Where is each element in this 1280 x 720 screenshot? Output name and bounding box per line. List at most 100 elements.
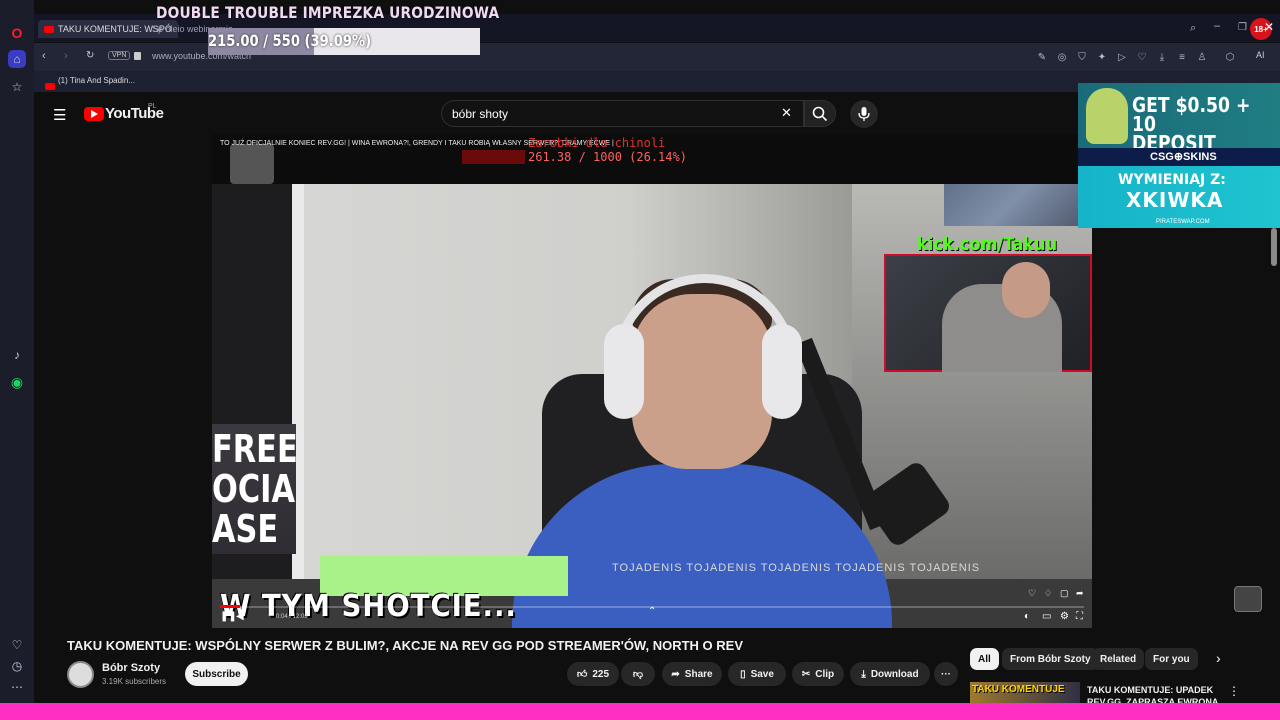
thumbs-up-icon: 👍︎ bbox=[576, 669, 588, 680]
dislike-overlay-icon[interactable]: ♢ bbox=[1044, 588, 1052, 599]
bookmark-item[interactable]: (1) Tina And Spadin... bbox=[58, 76, 135, 85]
volume-icon[interactable]: ◀ bbox=[236, 611, 244, 622]
share-icon: ➦ bbox=[671, 668, 680, 680]
save-button[interactable]: ▯ Save bbox=[728, 662, 786, 686]
chip-all[interactable]: All bbox=[970, 648, 999, 670]
search-button[interactable] bbox=[804, 100, 836, 127]
tiktok-icon[interactable]: ♪ bbox=[8, 346, 26, 364]
scrollbar-thumb[interactable] bbox=[1271, 228, 1277, 266]
play-icon[interactable]: ▷ bbox=[1116, 51, 1128, 63]
channel-name[interactable]: Bóbr Szoty bbox=[102, 662, 160, 674]
search-tabs-icon[interactable]: ⌕ bbox=[1190, 22, 1196, 35]
autoplay-toggle[interactable]: ◐ bbox=[1024, 611, 1030, 622]
clear-search-icon[interactable]: ✕ bbox=[781, 105, 792, 121]
headphone-right bbox=[762, 324, 802, 419]
clip-button[interactable]: ✂ Clip bbox=[792, 662, 844, 686]
opera-logo-icon[interactable]: O bbox=[8, 24, 26, 42]
camera-icon[interactable]: ◎ bbox=[1056, 51, 1068, 63]
save-label: Save bbox=[750, 668, 774, 680]
video-title: TAKU KOMENTUJE: WSPÓLNY SERWER Z BULIM?,… bbox=[67, 638, 743, 653]
ad-exchange-text: WYMIENIAJ Z: bbox=[1118, 172, 1226, 188]
close-window-icon[interactable]: ✕ bbox=[1264, 20, 1274, 34]
left-banner-text: FREE OCIA ASE bbox=[212, 427, 298, 551]
youtube-favicon-icon bbox=[44, 25, 54, 33]
channel-avatar[interactable] bbox=[67, 661, 94, 688]
country-code: PL bbox=[148, 103, 157, 110]
download-label: Download bbox=[870, 668, 919, 680]
menu-icon[interactable]: ≡ bbox=[1176, 51, 1188, 63]
opera-sidebar: O ⌂ ☆ ♪ ◉ ♡ ◷ ⋯ bbox=[0, 0, 34, 720]
like-count: 225 bbox=[592, 668, 610, 680]
hamburger-menu-icon[interactable]: ☰ bbox=[53, 106, 66, 124]
goal-text: 215.00 / 550 (39.09%) bbox=[208, 31, 372, 50]
shield-icon[interactable]: ⛉ bbox=[1076, 51, 1088, 63]
share-label: Share bbox=[684, 668, 713, 680]
more-actions-button[interactable]: ··· bbox=[934, 662, 958, 686]
ad-brand-text: CSG⊕SKINS bbox=[1150, 151, 1217, 163]
like-button[interactable]: 👍︎ 225 bbox=[567, 662, 619, 686]
like-overlay-icon[interactable]: ♡ bbox=[1028, 588, 1036, 599]
edit-icon[interactable]: ✎ bbox=[1036, 51, 1048, 63]
scissors-icon: ✂ bbox=[801, 668, 811, 680]
red-goal-text: 261.38 / 1000 (26.14%) bbox=[528, 150, 687, 164]
minimize-icon[interactable]: – bbox=[1214, 20, 1220, 32]
dislike-button[interactable]: 👎︎ bbox=[621, 662, 655, 686]
share-overlay-icon[interactable]: ➦ bbox=[1076, 588, 1084, 599]
recommended-thumb-text: TAKU KOMENTUJE bbox=[972, 684, 1065, 695]
star-icon[interactable]: ☆ bbox=[8, 78, 26, 96]
red-goal-bar bbox=[462, 150, 525, 164]
red-goal-title: Zarobki dla chinoli bbox=[528, 136, 666, 150]
home-icon[interactable]: ⌂ bbox=[8, 50, 26, 68]
subscribe-button[interactable]: Subscribe bbox=[185, 662, 248, 686]
profile-icon[interactable]: ♙ bbox=[1196, 51, 1208, 63]
facecam-head bbox=[1002, 262, 1050, 318]
vpn-badge[interactable]: VPN bbox=[108, 51, 131, 60]
thumbs-down-icon: 👎︎ bbox=[632, 669, 644, 680]
play-pause-icon[interactable]: ❚❚ bbox=[220, 611, 237, 622]
clip-label: Clip bbox=[815, 668, 835, 680]
chips-next-icon[interactable]: › bbox=[1216, 650, 1221, 666]
more-icon[interactable]: ⋯ bbox=[8, 678, 26, 696]
settings-icon[interactable]: ⚙ bbox=[1060, 611, 1069, 622]
fullscreen-icon[interactable]: ⛶ bbox=[1076, 611, 1083, 622]
ad-site-text: PIRATESWAP.COM bbox=[1156, 219, 1210, 225]
spotify-icon[interactable]: ◉ bbox=[8, 373, 26, 391]
chip-for-you[interactable]: For you bbox=[1145, 648, 1198, 670]
comment-overlay-icon[interactable]: ▢ bbox=[1060, 588, 1069, 599]
video-progress-fill bbox=[220, 605, 240, 608]
voice-search-button[interactable] bbox=[850, 100, 878, 128]
heart-outline-icon[interactable]: ♡ bbox=[1136, 51, 1148, 63]
ticker-text: TOJADENIS TOJADENIS TOJADENIS TOJADENIS … bbox=[612, 562, 981, 574]
video-player[interactable]: FREE OCIA ASE TOJADENIS TOJADENIS TOJADENI… bbox=[212, 134, 1092, 628]
floating-avatar[interactable] bbox=[1234, 586, 1262, 612]
reload-icon[interactable]: ↻ bbox=[86, 50, 94, 61]
search-icon bbox=[812, 106, 828, 121]
share-button[interactable]: ➦ Share bbox=[662, 662, 722, 686]
pink-overlay-bar bbox=[0, 703, 1280, 720]
kick-link-text: kick.com/Takuu bbox=[917, 234, 1058, 255]
extension-icon[interactable]: ✦ bbox=[1096, 51, 1108, 63]
chevron-up-icon[interactable]: ⌃ bbox=[648, 606, 656, 617]
ad-mascot-image bbox=[1086, 88, 1128, 144]
ai-button[interactable]: AI bbox=[1256, 50, 1265, 60]
heart-icon[interactable]: ♡ bbox=[8, 636, 26, 654]
microphone-icon bbox=[858, 107, 870, 121]
recommended-menu-icon[interactable]: ⋮ bbox=[1228, 684, 1240, 698]
history-icon[interactable]: ◷ bbox=[8, 657, 26, 675]
event-title-overlay: DOUBLE TROUBLE IMPREZKA URODZINOWA bbox=[156, 3, 500, 22]
channel-logo-icon bbox=[230, 144, 274, 184]
cube-icon[interactable]: ⬡ bbox=[1224, 51, 1236, 63]
download-button[interactable]: ⤓ Download bbox=[850, 662, 930, 686]
chip-related[interactable]: Related bbox=[1092, 648, 1145, 670]
search-value[interactable]: bóbr shoty bbox=[452, 107, 508, 121]
restore-icon[interactable]: ❐ bbox=[1238, 22, 1247, 33]
subscriber-count: 3.19K subscribers bbox=[102, 677, 167, 686]
back-icon[interactable]: ‹ bbox=[42, 50, 46, 62]
download-icon[interactable]: ⤓ bbox=[1156, 51, 1168, 63]
video-time: 0:04 / 12:03 bbox=[276, 614, 308, 620]
subtitles-icon[interactable]: ▭ bbox=[1042, 611, 1051, 622]
forward-icon[interactable]: › bbox=[64, 50, 68, 62]
ad-code-text: XKIWKA bbox=[1126, 188, 1224, 212]
chip-from-channel[interactable]: From Bóbr Szoty bbox=[1002, 648, 1099, 670]
headphone-left bbox=[604, 324, 644, 419]
